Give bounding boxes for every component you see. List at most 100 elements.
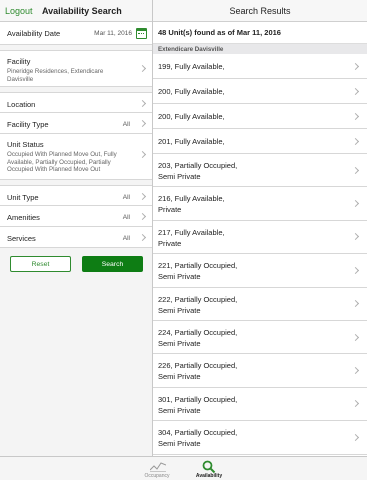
chevron-right-icon	[138, 212, 147, 221]
amenities-label: Amenities	[7, 213, 40, 222]
facility-type-label: Facility Type	[7, 120, 49, 129]
result-line1: 224, Partially Occupied,	[158, 327, 238, 337]
result-text: 216, Fully Available, Private	[158, 193, 225, 215]
result-text: 304, Partially Occupied, Semi Private	[158, 427, 237, 449]
chevron-right-icon	[138, 150, 147, 159]
result-line2: Semi Private	[158, 338, 201, 348]
result-line2: Semi Private	[158, 405, 201, 415]
services-row[interactable]: Services All	[0, 227, 152, 248]
search-button[interactable]: Search	[82, 256, 143, 272]
facility-label: Facility	[7, 57, 31, 66]
chevron-right-icon	[138, 233, 147, 242]
result-row[interactable]: 200, Fully Available,	[153, 104, 367, 129]
chevron-right-icon	[351, 233, 360, 241]
search-icon	[202, 460, 216, 473]
result-line1: 222, Partially Occupied,	[158, 294, 238, 304]
chevron-right-icon	[351, 62, 360, 70]
result-line1: 217, Fully Available,	[158, 227, 225, 237]
result-row[interactable]: 304, Partially Occupied, Semi Private	[153, 421, 367, 455]
unit-type-value: All	[122, 194, 130, 201]
amenities-row[interactable]: Amenities All	[0, 206, 152, 227]
availability-date-label: Availability Date	[7, 29, 61, 38]
line-chart-icon	[150, 462, 166, 472]
logout-button[interactable]: Logout	[5, 6, 33, 16]
tab-availability[interactable]: Availability	[189, 457, 229, 480]
tab-occupancy-label: Occupancy	[144, 473, 170, 479]
tab-availability-label: Availability	[195, 473, 223, 479]
action-buttons: Reset Search	[10, 256, 143, 272]
result-line1: 301, Partially Occupied,	[158, 394, 238, 404]
result-text: 301, Partially Occupied, Semi Private	[158, 394, 237, 416]
result-text: 224, Partially Occupied, Semi Private	[158, 327, 237, 349]
result-line1: 200, Fully Available,	[158, 87, 225, 96]
unit-type-label: Unit Type	[7, 193, 39, 202]
chevron-right-icon	[351, 137, 360, 145]
unit-status-label: Unit Status	[7, 140, 44, 149]
tab-occupancy[interactable]: Occupancy	[137, 457, 177, 480]
result-line2: Semi Private	[158, 372, 201, 382]
result-row[interactable]: 203, Partially Occupied, Semi Private	[153, 154, 367, 188]
result-line1: 226, Partially Occupied,	[158, 361, 238, 371]
result-line2: Semi Private	[158, 439, 201, 449]
facility-row[interactable]: Facility Pineridge Residences, Extendica…	[0, 50, 152, 87]
chevron-right-icon	[351, 433, 360, 441]
result-text: 200, Fully Available,	[158, 111, 225, 122]
chevron-right-icon	[351, 87, 360, 95]
search-panel: Logout Availability Search Availability …	[0, 0, 153, 456]
availability-date-row[interactable]: Availability Date Mar 11, 2016	[0, 22, 152, 45]
result-text: 203, Partially Occupied, Semi Private	[158, 160, 237, 182]
amenities-value: All	[122, 214, 130, 221]
result-row[interactable]: 301, Partially Occupied, Semi Private	[153, 388, 367, 422]
chevron-right-icon	[351, 366, 360, 375]
chevron-right-icon	[351, 200, 360, 208]
unit-status-row[interactable]: Unit Status Occupied With Planned Move O…	[0, 134, 152, 180]
result-row[interactable]: 199, Fully Available,	[153, 54, 367, 79]
page-title: Availability Search	[42, 6, 122, 16]
results-list: 199, Fully Available, 200, Fully Availabl…	[153, 54, 367, 455]
result-line1: 201, Fully Available,	[158, 137, 225, 146]
right-navbar: Search Results	[153, 0, 367, 22]
facility-type-value: All	[122, 121, 130, 128]
results-panel: Search Results 48 Unit(s) found as of Ma…	[153, 0, 367, 456]
result-line1: 199, Fully Available,	[158, 62, 225, 71]
services-value: All	[122, 235, 130, 242]
result-line1: 221, Partially Occupied,	[158, 261, 238, 271]
chevron-right-icon	[351, 300, 360, 308]
result-text: 200, Fully Available,	[158, 86, 225, 97]
result-row[interactable]: 217, Fully Available, Private	[153, 221, 367, 255]
chevron-right-icon	[351, 333, 360, 341]
result-row[interactable]: 221, Partially Occupied, Semi Private	[153, 254, 367, 288]
result-line2: Semi Private	[158, 305, 201, 315]
chevron-right-icon	[351, 166, 360, 174]
result-row[interactable]: 201, Fully Available,	[153, 129, 367, 154]
result-row[interactable]: 216, Fully Available, Private	[153, 187, 367, 221]
result-text: 222, Partially Occupied, Semi Private	[158, 294, 237, 316]
section-header: Extendicare Davisville	[153, 44, 367, 54]
chevron-right-icon	[351, 266, 360, 274]
result-row[interactable]: 224, Partially Occupied, Semi Private	[153, 321, 367, 355]
result-line2: Semi Private	[158, 172, 201, 181]
location-label: Location	[7, 100, 36, 109]
result-row[interactable]: 222, Partially Occupied, Semi Private	[153, 288, 367, 321]
result-line1: 304, Partially Occupied,	[158, 428, 238, 438]
result-row[interactable]: 200, Fully Available,	[153, 79, 367, 104]
facility-type-row[interactable]: Facility Type All	[0, 113, 152, 134]
location-row[interactable]: Location	[0, 92, 152, 113]
chevron-right-icon	[351, 400, 360, 408]
calendar-icon[interactable]	[136, 28, 147, 39]
tab-bar: Occupancy Availability	[0, 456, 367, 480]
unit-type-row[interactable]: Unit Type All	[0, 185, 152, 206]
split-view: Logout Availability Search Availability …	[0, 0, 367, 456]
result-text: 226, Partially Occupied, Semi Private	[158, 360, 237, 382]
left-navbar: Logout Availability Search	[0, 0, 152, 22]
chevron-right-icon	[138, 99, 147, 108]
availability-date-value: Mar 11, 2016	[94, 30, 132, 37]
unit-status-value: Occupied With Planned Move Out, Fully Av…	[7, 151, 117, 173]
result-text: 217, Fully Available, Private	[158, 227, 225, 249]
result-text: 199, Fully Available,	[158, 61, 225, 72]
services-label: Services	[7, 234, 36, 243]
result-text: 201, Fully Available,	[158, 136, 225, 147]
reset-button[interactable]: Reset	[10, 256, 71, 272]
result-row[interactable]: 226, Partially Occupied, Semi Private	[153, 354, 367, 388]
facility-value: Pineridge Residences, Extendicare Davisv…	[7, 68, 104, 83]
